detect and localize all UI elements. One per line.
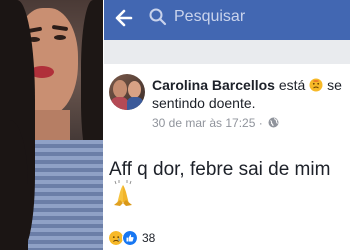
facebook-post-screenshot: Pesquisar Carolina Barcellos está se sen… — [104, 0, 350, 250]
profile-photo — [0, 0, 103, 250]
status-verb: está — [278, 77, 306, 93]
photo-eye-right — [54, 35, 66, 40]
reaction-count: 38 — [142, 231, 156, 245]
avatar[interactable] — [109, 74, 145, 110]
post-author-name[interactable]: Carolina Barcellos — [152, 77, 275, 93]
post-body-text: Aff q dor, febre sai de mim — [109, 159, 331, 180]
avatar-face-1 — [113, 80, 127, 98]
feed-separator — [104, 40, 350, 64]
avatar-face-2 — [128, 81, 141, 98]
screenshot-collage: Pesquisar Carolina Barcellos está se sen… — [0, 0, 350, 250]
avatar-body-2 — [127, 97, 143, 110]
post-card: Carolina Barcellos está se sentindo doen… — [104, 64, 350, 250]
search-input[interactable]: Pesquisar — [174, 6, 245, 28]
feeling-text-start: se — [327, 77, 342, 93]
post-header: Carolina Barcellos está se — [152, 76, 350, 94]
like-reaction-icon — [122, 230, 138, 246]
back-arrow-icon[interactable] — [114, 8, 134, 28]
reaction-summary[interactable]: 38 — [108, 229, 155, 247]
post-timestamp[interactable]: 30 de mar às 17:25 · — [152, 116, 263, 130]
praying-hands-emoji — [114, 180, 132, 206]
post-meta: 30 de mar às 17:25 · — [152, 116, 279, 130]
globe-icon — [268, 117, 279, 128]
feeling-text-end: sentindo doente. — [152, 95, 256, 111]
search-icon[interactable] — [148, 7, 168, 27]
top-navigation-bar: Pesquisar — [104, 0, 350, 40]
avatar-body-1 — [111, 97, 128, 110]
sick-face-icon — [309, 78, 323, 92]
